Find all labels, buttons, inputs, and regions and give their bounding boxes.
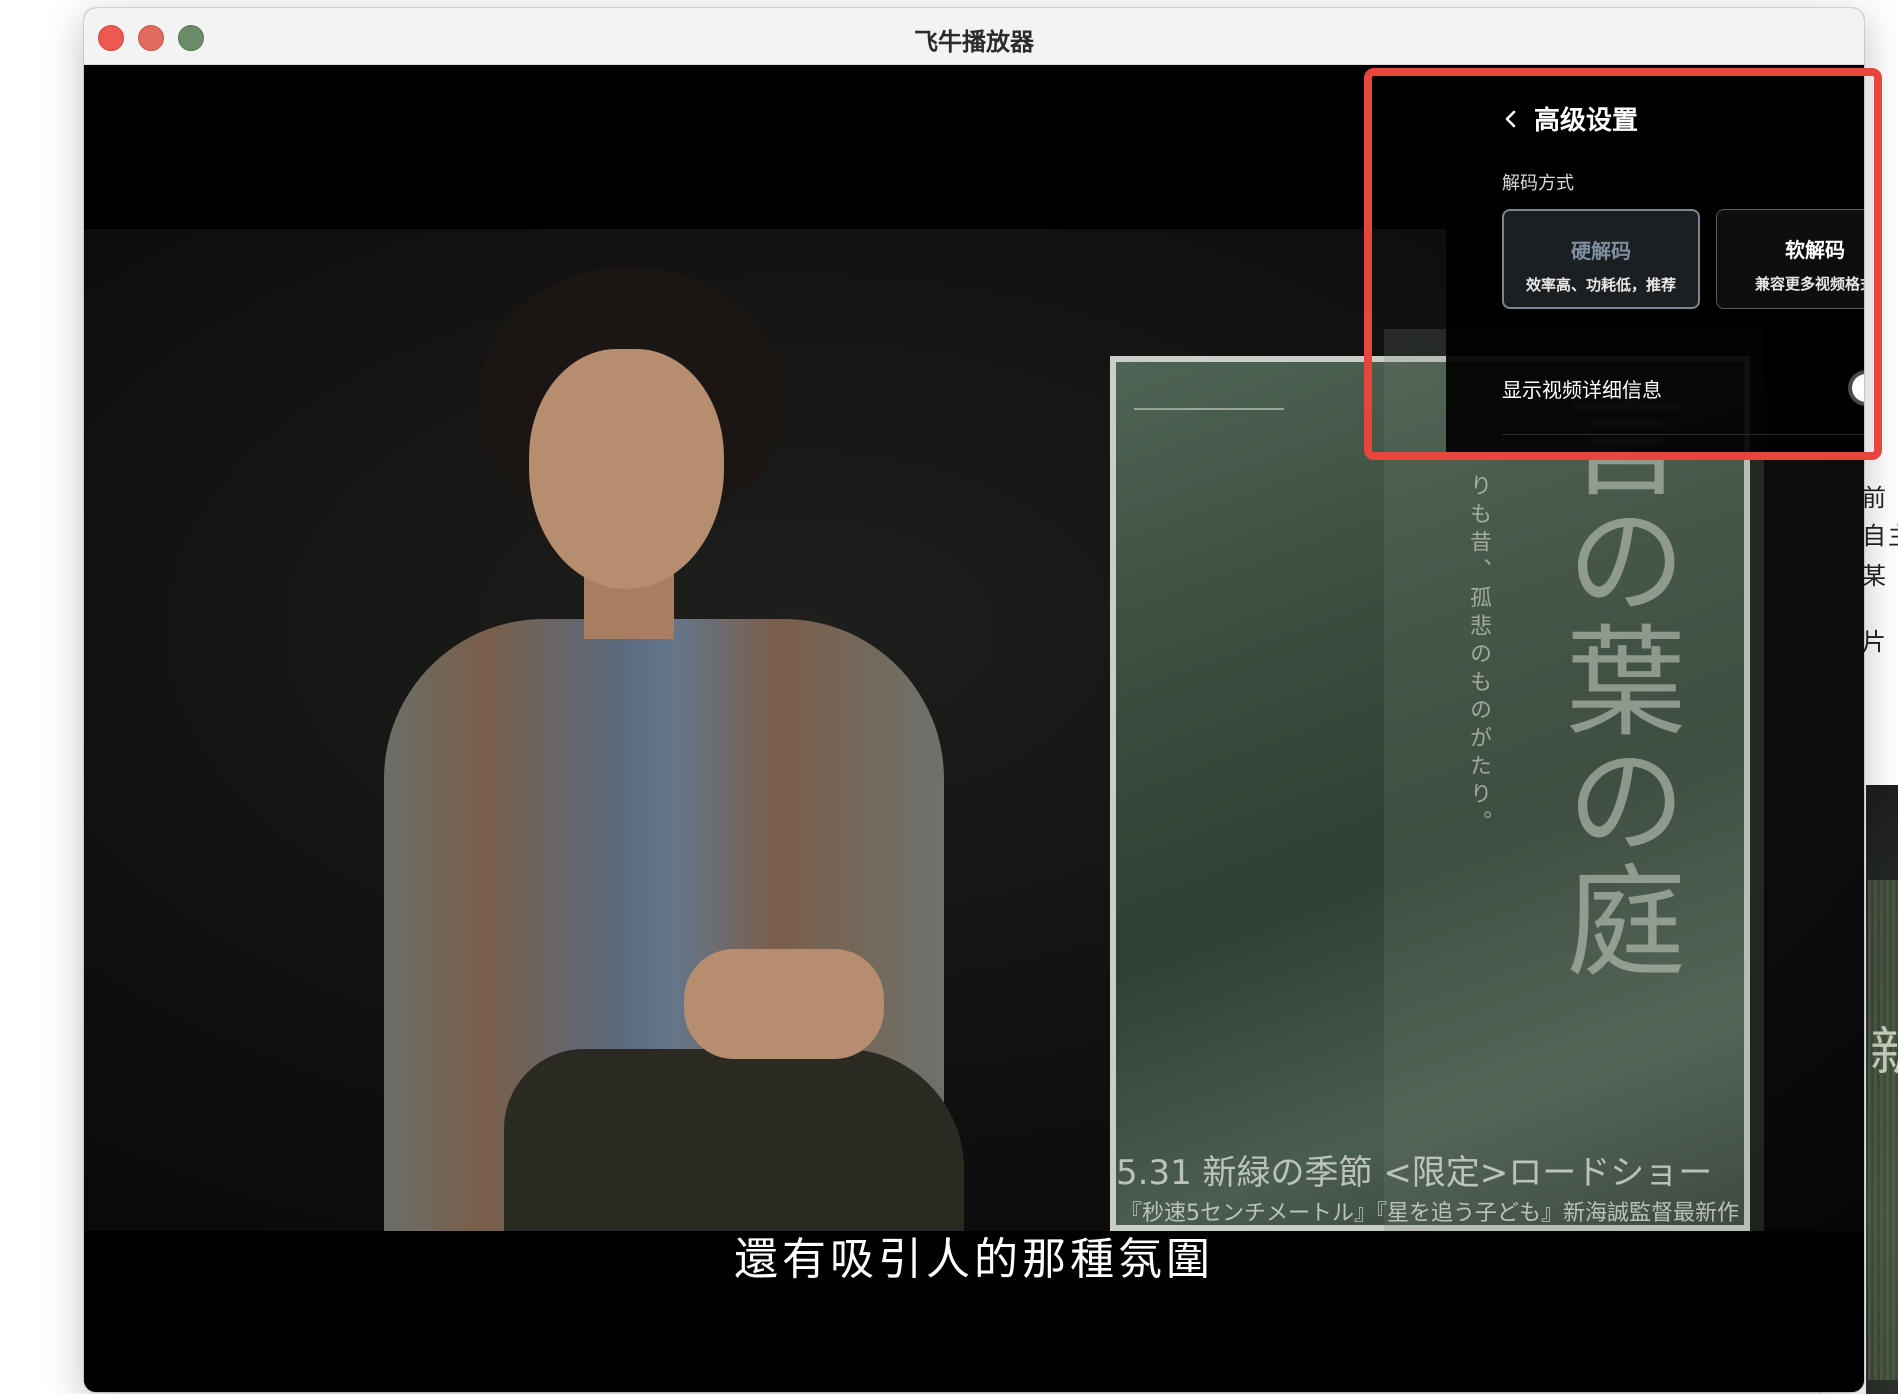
- background-text-line: 片: [1862, 628, 1888, 656]
- poster-side-text: りも昔、孤悲のものがたり。: [1466, 474, 1491, 838]
- show-details-toggle[interactable]: [1848, 370, 1864, 406]
- panel-divider: [1502, 434, 1864, 435]
- software-decode-description: 兼容更多视频格式: [1754, 275, 1864, 293]
- software-decode-title: 软解码: [1785, 238, 1845, 262]
- poster-logo: [1134, 374, 1284, 410]
- chevron-left-icon[interactable]: [1502, 110, 1520, 128]
- hardware-decode-title: 硬解码: [1571, 239, 1631, 263]
- person-face: [529, 349, 724, 589]
- software-decode-option[interactable]: 软解码 兼容更多视频格式: [1716, 209, 1864, 309]
- poster-date-line: 5.31 新緑の季節 <限定>ロードショー: [1116, 1153, 1713, 1193]
- background-text-line: 前: [1862, 484, 1888, 512]
- video-subtitle: 還有吸引人的那種氛圍: [734, 1234, 1214, 1285]
- poster-title: 言の葉の庭: [1545, 379, 1684, 979]
- hardware-decode-description: 效率高、功耗低，推荐: [1525, 276, 1676, 294]
- panel-title: 高级设置: [1534, 106, 1639, 136]
- background-text-line: 自主: [1862, 522, 1898, 550]
- advanced-settings-panel: 高级设置 解码方式 硬解码 效率高、功耗低，推荐 软解码 兼容更多视频格式 显示…: [1446, 65, 1864, 457]
- background-text-line: 某: [1862, 562, 1888, 590]
- background-thumbnail-text: 新: [1870, 1023, 1898, 1083]
- hardware-decode-option[interactable]: 硬解码 效率高、功耗低，推荐: [1502, 209, 1700, 309]
- person-hands: [684, 949, 884, 1059]
- show-details-label: 显示视频详细信息: [1502, 378, 1662, 402]
- title-bar[interactable]: 飞牛播放器: [84, 8, 1864, 65]
- toggle-knob: [1852, 374, 1864, 402]
- background-thumbnail-art: [1868, 880, 1898, 1380]
- decode-section-label: 解码方式: [1502, 173, 1574, 194]
- window-title: 飞牛播放器: [914, 28, 1034, 56]
- person-legs: [504, 1049, 964, 1231]
- panel-header[interactable]: 高级设置: [1502, 100, 1638, 137]
- player-window: 飞牛播放器 言の葉の庭 りも昔、孤悲のものがたり。 5.31 新緑の季節 <限定…: [84, 8, 1864, 1392]
